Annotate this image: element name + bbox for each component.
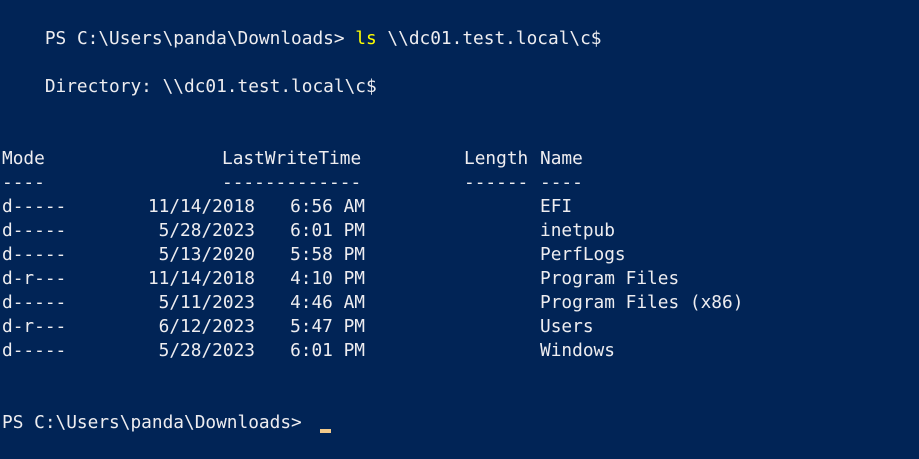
- text-cursor[interactable]: [320, 429, 331, 433]
- row-mode: d-----: [2, 340, 67, 361]
- row-mode: d-r---: [2, 316, 67, 337]
- row-name: EFI: [540, 196, 573, 217]
- table-row: d-r--- 11/14/2018 4:10 PM Program Files: [2, 267, 902, 291]
- header-mode: Mode: [2, 148, 45, 169]
- row-name: PerfLogs: [540, 244, 626, 265]
- table-row: d----- 5/13/2020 5:58 PM PerfLogs: [2, 243, 902, 267]
- directory-label: Directory: \\dc01.test.local\c$: [2, 76, 377, 97]
- row-date: 5/13/2020: [158, 244, 255, 265]
- row-time: 5:58 PM: [290, 244, 365, 265]
- separator-mode: ----: [2, 172, 45, 193]
- row-time: 6:01 PM: [290, 220, 365, 241]
- powershell-console[interactable]: PS C:\Users\panda\Downloads> ls \\dc01.t…: [0, 0, 919, 459]
- row-name: Users: [540, 316, 594, 337]
- row-date: 11/14/2018: [147, 196, 255, 217]
- separator-name: ----: [540, 172, 583, 193]
- row-time: 6:01 PM: [290, 340, 365, 361]
- command-argument: \\dc01.test.local\c$: [376, 28, 602, 49]
- table-header: Mode LastWriteTime Length Name: [2, 147, 902, 171]
- row-mode: d-----: [2, 196, 67, 217]
- row-time: 5:47 PM: [290, 316, 365, 337]
- row-time: 4:46 AM: [290, 292, 365, 313]
- row-time: 6:56 AM: [290, 196, 365, 217]
- table-row: d-r--- 6/12/2023 5:47 PM Users: [2, 315, 902, 339]
- row-mode: d-----: [2, 244, 67, 265]
- row-name: Program Files: [540, 268, 680, 289]
- separator-lastwritetime: -------------: [222, 172, 362, 193]
- row-date: 5/11/2023: [158, 292, 255, 313]
- header-name: Name: [540, 148, 583, 169]
- table-row: d----- 11/14/2018 6:56 AM EFI: [2, 195, 902, 219]
- table-row: d----- 5/11/2023 4:46 AM Program Files (…: [2, 291, 902, 315]
- command-text: ls: [355, 28, 377, 49]
- header-length: Length: [464, 148, 529, 169]
- row-mode: d-r---: [2, 268, 67, 289]
- final-prompt: PS C:\Users\panda\Downloads>: [2, 412, 313, 433]
- table-row: d----- 5/28/2023 6:01 PM Windows: [2, 339, 902, 363]
- row-name: inetpub: [540, 220, 615, 241]
- row-date: 11/14/2018: [147, 268, 255, 289]
- table-row: d----- 5/28/2023 6:01 PM inetpub: [2, 219, 902, 243]
- row-mode: d-----: [2, 220, 67, 241]
- prompt-text: PS C:\Users\panda\Downloads>: [44, 28, 356, 49]
- command-line: PS C:\Users\panda\Downloads> ls \\dc01.t…: [2, 3, 602, 49]
- row-date: 5/28/2023: [158, 340, 255, 361]
- header-lastwritetime: LastWriteTime: [222, 148, 362, 169]
- separator-length: ------: [464, 172, 529, 193]
- row-name: Windows: [540, 340, 615, 361]
- row-time: 4:10 PM: [290, 268, 365, 289]
- row-mode: d-----: [2, 292, 67, 313]
- table-separator: ---- ------------- ------ ----: [2, 171, 902, 195]
- row-name: Program Files (x86): [540, 292, 744, 313]
- row-date: 6/12/2023: [158, 316, 255, 337]
- row-date: 5/28/2023: [158, 220, 255, 241]
